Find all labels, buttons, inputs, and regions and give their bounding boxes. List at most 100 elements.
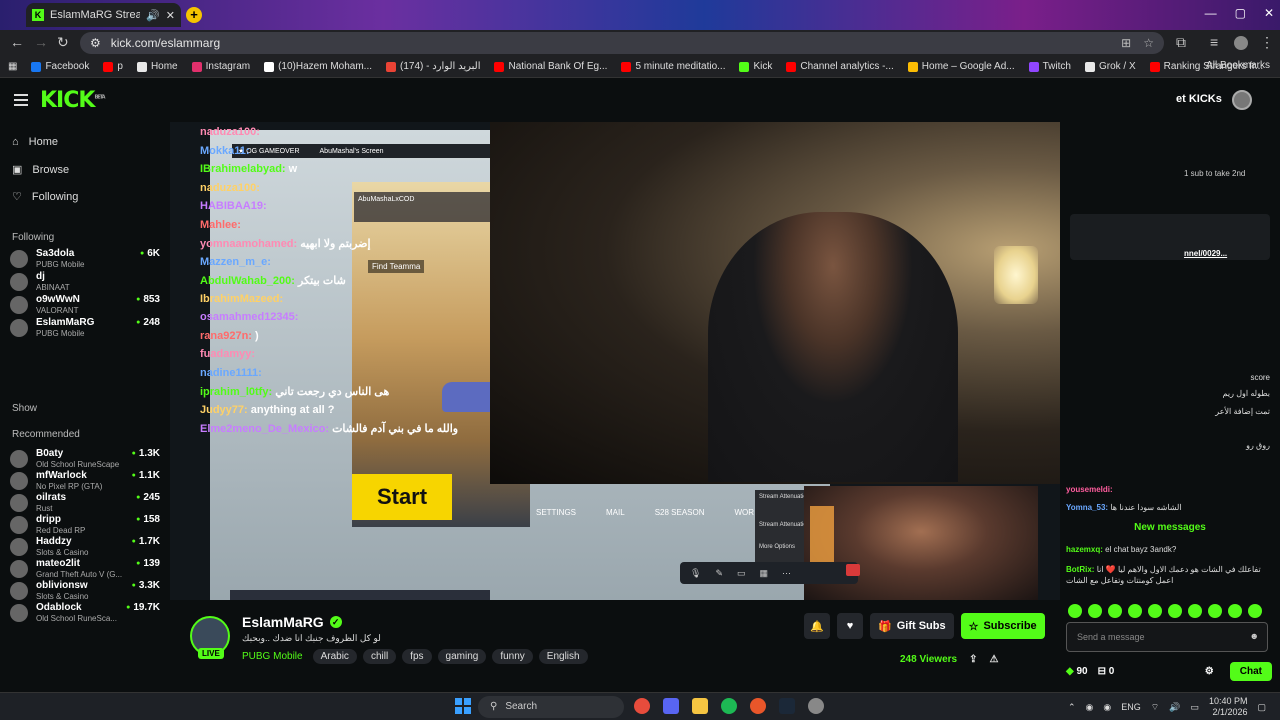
screen-icon[interactable]: ▭: [737, 568, 746, 579]
report-icon[interactable]: ⚠: [989, 654, 998, 665]
bookmark-star-icon[interactable]: ☆: [1143, 36, 1154, 50]
clock[interactable]: 10:40 PM 2/1/2026: [1209, 696, 1248, 718]
bookmark-item[interactable]: Facebook: [31, 61, 89, 72]
chat-username[interactable]: Yomna_53:: [1066, 503, 1108, 512]
browser-menu-icon[interactable]: ⋮: [1260, 34, 1274, 51]
obs-icon[interactable]: [750, 698, 766, 714]
tray-app-icon[interactable]: ◉: [1103, 702, 1111, 713]
profile-avatar[interactable]: [1234, 36, 1248, 50]
spotify-icon[interactable]: [721, 698, 737, 714]
emote-icon[interactable]: [1068, 604, 1082, 618]
category-link[interactable]: PUBG Mobile: [242, 651, 303, 662]
bookmark-item[interactable]: Home: [136, 61, 178, 72]
app-icon[interactable]: [808, 698, 824, 714]
chat-username[interactable]: hazemxq:: [1066, 545, 1103, 554]
notification-icon[interactable]: ▢: [1257, 702, 1266, 713]
emote-icon[interactable]: [1148, 604, 1162, 618]
follow-heart-icon[interactable]: ♥: [837, 613, 863, 639]
url-omnibox[interactable]: ⚙ kick.com/eslammarg ⊞ ☆: [80, 32, 1164, 54]
browser-tab[interactable]: K EslamMaRG Stream - Watc 🔊 ✕: [26, 3, 181, 27]
sidebar-item-following[interactable]: ♡ Following: [12, 190, 78, 204]
subscribe-button[interactable]: ☆ Subscribe: [960, 613, 1045, 639]
emote-icon[interactable]: [1128, 604, 1142, 618]
tag-chip[interactable]: English: [538, 649, 588, 664]
notification-bell-icon[interactable]: 🔔: [804, 613, 830, 639]
extensions-icon[interactable]: ⧉: [1176, 34, 1186, 51]
sidebar-item-browse[interactable]: ▣ Browse: [12, 163, 69, 177]
sidebar-channel[interactable]: oblivionswSlots & Casino 3.3K: [10, 580, 160, 602]
minimize-icon[interactable]: —: [1205, 6, 1217, 20]
gift-subs-button[interactable]: 🎁 Gift Subs: [870, 613, 954, 639]
steam-icon[interactable]: [779, 698, 795, 714]
show-more-link[interactable]: Show: [12, 403, 37, 414]
translate-icon[interactable]: ⊞: [1121, 36, 1131, 50]
chat-settings-icon[interactable]: ⚙: [1205, 666, 1214, 677]
chat-input[interactable]: Send a message ☻: [1066, 622, 1268, 652]
share-icon[interactable]: ⇪: [969, 654, 977, 665]
sidebar-channel[interactable]: HaddzySlots & Casino 1.7K: [10, 536, 160, 558]
get-kicks-button[interactable]: et KICKs: [1176, 93, 1222, 105]
taskbar-search[interactable]: ⚲ Search: [478, 696, 624, 718]
language-indicator[interactable]: ENG: [1121, 702, 1141, 712]
chat-username[interactable]: BotRix:: [1066, 565, 1094, 574]
channel-name[interactable]: EslamMaRG ✓: [242, 614, 342, 630]
sidebar-channel[interactable]: mateo2litGrand Theft Auto V (G... 139: [10, 558, 160, 580]
bookmark-item[interactable]: 5 minute meditatio...: [621, 61, 725, 72]
emote-icon[interactable]: [1088, 604, 1102, 618]
apps-grid-icon[interactable]: ▦: [8, 61, 17, 72]
tab-close-icon[interactable]: ✕: [166, 9, 175, 22]
sidebar-channel[interactable]: drippRed Dead RP 158: [10, 514, 160, 536]
bookmark-item[interactable]: Channel analytics -...: [786, 61, 894, 72]
channel-name-text[interactable]: EslamMaRG: [242, 614, 324, 630]
bookmark-item[interactable]: National Bank Of Eg...: [494, 61, 607, 72]
sidebar-channel[interactable]: dj ABINAAT: [10, 271, 160, 293]
points-display[interactable]: ◆ 90: [1066, 666, 1088, 677]
sidebar-channel[interactable]: Sa3dolaPUBG Mobile 6K: [10, 248, 160, 270]
grid-icon[interactable]: ▦: [760, 568, 769, 579]
pinned-link[interactable]: nnel/0029...: [1184, 248, 1270, 259]
sidebar-channel[interactable]: B0atyOld School RuneScape 1.3K: [10, 448, 160, 470]
bookmark-item[interactable]: (174) - البريد الوارد: [386, 61, 480, 72]
bookmark-item[interactable]: Instagram: [191, 61, 250, 72]
emote-icon[interactable]: [1168, 604, 1182, 618]
maximize-icon[interactable]: ▢: [1235, 6, 1246, 20]
tag-chip[interactable]: chill: [362, 649, 397, 664]
bookmark-item[interactable]: Grok / X: [1084, 61, 1136, 72]
tag-chip[interactable]: Arabic: [312, 649, 357, 664]
reload-icon[interactable]: ↻: [57, 34, 69, 51]
emoji-icon[interactable]: ☻: [1250, 631, 1259, 641]
close-window-icon[interactable]: ✕: [1264, 6, 1274, 20]
tray-app-icon[interactable]: ◉: [1086, 702, 1094, 713]
battery-icon[interactable]: ▭: [1190, 702, 1199, 713]
emote-icon[interactable]: [1208, 604, 1222, 618]
all-bookmarks-button[interactable]: All Bookmarks: [1206, 60, 1270, 71]
back-arrow-icon[interactable]: ←: [10, 34, 24, 50]
wifi-icon[interactable]: ⌔: [1151, 702, 1159, 713]
forward-arrow-icon[interactable]: →: [34, 34, 48, 50]
new-tab-button[interactable]: +: [186, 7, 202, 23]
video-player[interactable]: ★ OG GAMEOVER AbuMashal's Screen AbuMash…: [170, 122, 1060, 600]
bookmark-item[interactable]: Twitch: [1028, 61, 1071, 72]
sidebar-item-home[interactable]: ⌂ Home: [12, 136, 58, 148]
sidebar-channel[interactable]: mfWarlockNo Pixel RP (GTA) 1.1K: [10, 470, 160, 492]
chat-username[interactable]: yousemeldi:: [1066, 485, 1113, 494]
user-avatar[interactable]: [1232, 90, 1252, 110]
sidebar-channel[interactable]: o9wWwNVALORANT 853: [10, 294, 160, 316]
mic-icon[interactable]: 🎙: [690, 568, 701, 579]
bookmark-item[interactable]: p: [103, 61, 123, 72]
site-info-icon[interactable]: ⚙: [90, 36, 101, 50]
tab-audio-icon[interactable]: 🔊: [146, 9, 160, 22]
sidebar-channel[interactable]: OdablockOld School RuneSca... 19.7K: [10, 602, 160, 624]
menu-hamburger-icon[interactable]: [14, 94, 28, 106]
volume-icon[interactable]: 🔊: [1169, 702, 1180, 713]
tag-chip[interactable]: gaming: [437, 649, 487, 664]
chat-send-button[interactable]: Chat: [1229, 661, 1272, 681]
kick-logo[interactable]: KICKBETA: [40, 88, 106, 113]
sidebar-channel[interactable]: EslamMaRGPUBG Mobile 248: [10, 317, 160, 339]
end-call-button[interactable]: [846, 564, 860, 576]
windows-start-icon[interactable]: [455, 698, 471, 714]
new-messages-divider[interactable]: New messages: [1060, 522, 1280, 533]
emote-icon[interactable]: [1248, 604, 1262, 618]
tray-chevron-icon[interactable]: ⌃: [1068, 702, 1076, 713]
file-explorer-icon[interactable]: [692, 698, 708, 714]
